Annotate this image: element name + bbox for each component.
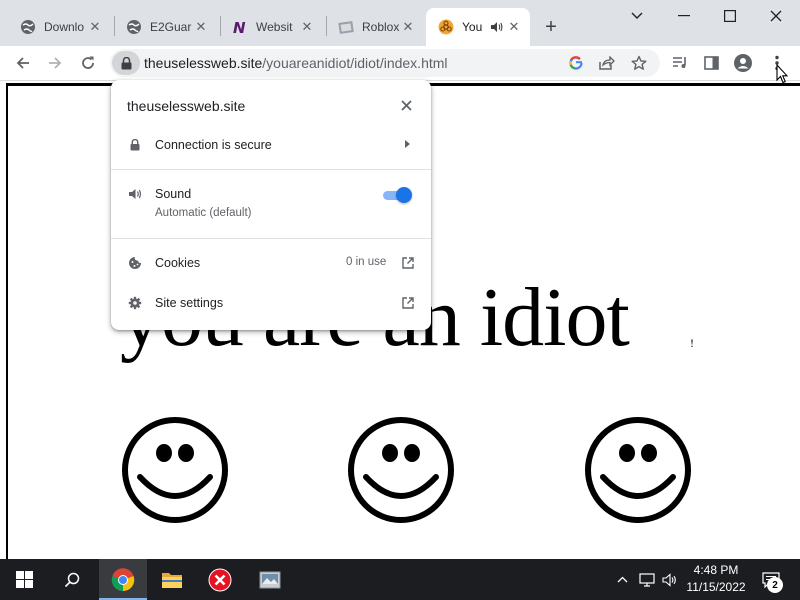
url-text[interactable]: theuselessweb.site/youareanidiot/idiot/i… xyxy=(144,55,448,71)
side-panel-icon[interactable] xyxy=(698,50,724,76)
clock-time: 4:48 PM xyxy=(693,563,739,577)
close-icon[interactable]: ✕ xyxy=(400,19,416,35)
maximize-button[interactable] xyxy=(707,0,753,32)
image-icon xyxy=(338,19,354,35)
toggle-knob xyxy=(396,187,412,203)
tab-strip: Downlo ✕ E2Guar ✕ N Websit ✕ Roblox ✕ Yo… xyxy=(0,0,800,46)
chevron-down-icon[interactable] xyxy=(620,0,654,32)
notification-count-badge: 2 xyxy=(767,577,783,593)
network-icon[interactable] xyxy=(636,559,658,600)
address-bar[interactable]: theuselessweb.site/youareanidiot/idiot/i… xyxy=(110,49,660,77)
forward-icon[interactable] xyxy=(42,50,68,76)
tab-title: E2Guar xyxy=(150,20,192,34)
gear-icon xyxy=(128,296,142,310)
site-settings-label: Site settings xyxy=(155,296,224,310)
new-tab-plus: + xyxy=(545,15,557,38)
headline-exclamation: ! xyxy=(690,336,694,350)
cookies-label: Cookies xyxy=(155,256,201,270)
share-icon[interactable] xyxy=(597,53,617,73)
connection-row[interactable]: Connection is secure xyxy=(111,134,431,158)
popup-site-title: theuselessweb.site xyxy=(127,98,246,114)
close-icon[interactable]: ✕ xyxy=(87,19,103,35)
image-app-icon[interactable] xyxy=(246,559,294,600)
close-icon[interactable]: ✕ xyxy=(299,19,315,35)
chrome-icon[interactable] xyxy=(99,559,147,600)
close-icon[interactable]: ✕ xyxy=(506,19,522,35)
profile-icon[interactable] xyxy=(730,50,756,76)
site-info-popup: theuselessweb.site Connection is secure … xyxy=(111,80,431,330)
file-explorer-icon[interactable] xyxy=(148,559,196,600)
connection-label: Connection is secure xyxy=(155,138,272,152)
biohazard-icon xyxy=(438,19,454,35)
lock-icon[interactable] xyxy=(112,51,140,75)
start-button[interactable] xyxy=(0,559,48,600)
tab-e2guardian[interactable]: E2Guar ✕ xyxy=(114,8,217,46)
cookie-icon xyxy=(128,256,142,270)
globe-icon xyxy=(126,19,142,35)
back-icon[interactable] xyxy=(10,50,36,76)
tab-title: Roblox xyxy=(362,20,400,34)
tab-website[interactable]: N Websit ✕ xyxy=(220,8,323,46)
lock-icon xyxy=(128,138,142,152)
smiley-face-icon xyxy=(122,417,228,523)
chevron-up-icon[interactable] xyxy=(613,559,631,600)
sound-sublabel: Automatic (default) xyxy=(155,207,252,219)
sound-label: Sound xyxy=(155,187,192,201)
cookies-count: 0 in use xyxy=(346,256,387,268)
star-icon[interactable] xyxy=(629,53,649,73)
sound-row: Sound Automatic (default) xyxy=(111,183,431,227)
system-clock[interactable]: 4:48 PM 11/15/2022 xyxy=(676,562,756,596)
url-path: /youareanidiot/idiot/index.html xyxy=(262,55,448,71)
red-x-app-icon[interactable] xyxy=(196,559,244,600)
browser-toolbar: theuselessweb.site/youareanidiot/idiot/i… xyxy=(0,46,800,80)
new-tab-button[interactable]: + xyxy=(540,16,562,38)
cookies-row[interactable]: Cookies 0 in use xyxy=(111,252,431,276)
close-icon[interactable]: ✕ xyxy=(193,19,209,35)
popup-divider xyxy=(111,169,431,170)
mouse-cursor-icon xyxy=(776,64,788,84)
google-lens-icon[interactable] xyxy=(566,53,586,73)
close-icon[interactable] xyxy=(397,96,415,114)
chevron-right-icon xyxy=(405,140,410,148)
smiley-face-icon xyxy=(585,417,691,523)
tab-title: Downlo xyxy=(44,20,85,34)
clock-date: 11/15/2022 xyxy=(686,580,746,594)
minimize-button[interactable] xyxy=(661,0,707,32)
external-link-icon xyxy=(402,297,414,309)
reload-icon[interactable] xyxy=(75,50,101,76)
tab-title: You xyxy=(462,20,483,34)
popup-divider xyxy=(111,238,431,239)
tab-roblox[interactable]: Roblox ✕ xyxy=(326,8,424,46)
speaker-icon[interactable] xyxy=(490,20,504,34)
window-close-button[interactable] xyxy=(753,0,799,32)
sound-toggle[interactable] xyxy=(381,187,413,203)
windows-taskbar: 4:48 PM 11/15/2022 xyxy=(0,559,800,600)
url-domain: theuselessweb.site xyxy=(144,55,263,71)
external-link-icon xyxy=(402,257,414,269)
site-settings-row[interactable]: Site settings xyxy=(111,292,431,316)
tab-you-are-an-idiot[interactable]: You ✕ xyxy=(426,8,530,46)
svg-text:N: N xyxy=(233,19,246,35)
tab-title: Websit xyxy=(256,20,293,34)
smiley-face-icon xyxy=(348,417,454,523)
speaker-icon xyxy=(128,187,142,201)
search-icon[interactable] xyxy=(48,559,96,600)
tab-downloads[interactable]: Downlo ✕ xyxy=(8,8,111,46)
n-logo-icon: N xyxy=(232,19,248,35)
globe-icon xyxy=(20,19,36,35)
media-control-icon[interactable] xyxy=(667,50,693,76)
